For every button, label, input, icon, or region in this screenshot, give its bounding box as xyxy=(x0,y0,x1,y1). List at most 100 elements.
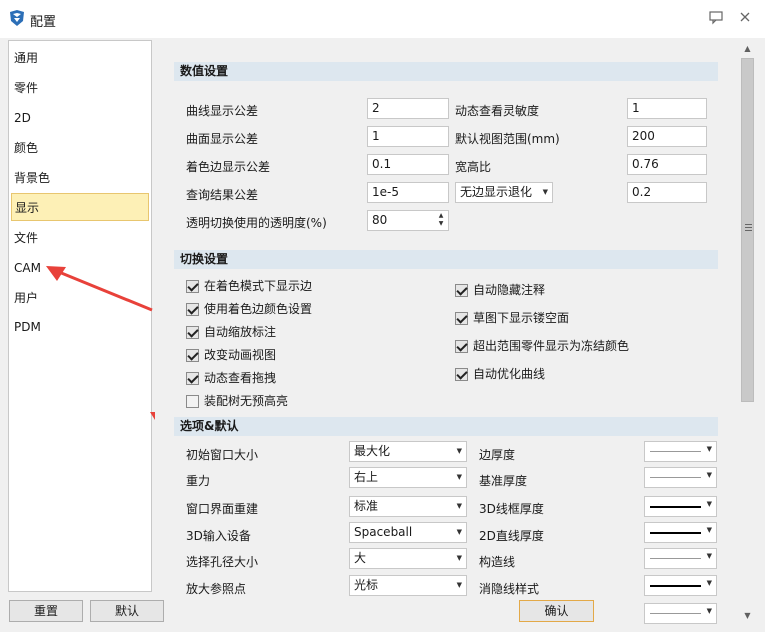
category-list: 通用 零件 2D 颜色 背景色 显示 文件 CAM 用户 PDM xyxy=(8,40,152,592)
checkbox-checked-icon xyxy=(186,303,199,316)
transparency-label: 透明切换使用的透明度(%) xyxy=(186,216,327,230)
chevron-down-icon: ▼ xyxy=(456,554,462,562)
close-icon[interactable] xyxy=(737,9,753,25)
checkbox-label: 动态查看拖拽 xyxy=(204,371,277,385)
select-aperture[interactable]: 大 ▼ xyxy=(349,548,467,569)
select-value: Spaceball xyxy=(354,525,413,539)
query-tol-label: 查询结果公差 xyxy=(186,188,259,202)
surface-tol-input[interactable]: 1 xyxy=(367,126,449,147)
checkbox-label: 在着色模式下显示边 xyxy=(204,279,313,293)
checkbox-label: 超出范围零件显示为冻结颜色 xyxy=(473,339,630,353)
line-thin-icon xyxy=(650,451,701,452)
select-window-rebuild[interactable]: 标准 ▼ xyxy=(349,496,467,517)
checkbox-label: 自动隐藏注释 xyxy=(473,283,546,297)
checkbox-unchecked-icon xyxy=(186,395,199,408)
default-view-label: 默认视图范围(mm) xyxy=(455,132,560,146)
line-style-select[interactable]: ▼ xyxy=(644,522,717,543)
scroll-down-icon[interactable]: ▼ xyxy=(739,607,756,624)
sidebar-item-pdm[interactable]: PDM xyxy=(11,313,149,341)
select-value: 大 xyxy=(354,551,367,565)
checkbox-label: 改变动画视图 xyxy=(204,348,277,362)
select-value: 光标 xyxy=(354,578,379,592)
reset-button[interactable]: 重置 xyxy=(9,600,83,622)
line-style-select[interactable]: ▼ xyxy=(644,441,717,462)
query-tol-input[interactable]: 1e-5 xyxy=(367,182,449,203)
line-style-select[interactable]: ▼ xyxy=(644,467,717,488)
edge-mode-input[interactable]: 0.2 xyxy=(627,182,707,203)
chevron-down-icon: ▼ xyxy=(706,445,712,453)
shade-edge-tol-input[interactable]: 0.1 xyxy=(367,154,449,175)
chevron-down-icon: ▼ xyxy=(456,502,462,510)
chevron-down-icon: ▼ xyxy=(706,471,712,479)
section-numeric-header: 数值设置 xyxy=(174,62,718,81)
title-bar: 配置 xyxy=(0,0,765,38)
scroll-thumb[interactable] xyxy=(741,58,754,402)
line-thick-icon xyxy=(650,532,701,534)
line-thick-icon xyxy=(650,506,701,508)
select-value: 标准 xyxy=(354,499,379,513)
checkbox-checked-icon xyxy=(455,284,468,297)
sidebar-item-general[interactable]: 通用 xyxy=(11,44,149,72)
dyn-sens-input[interactable]: 1 xyxy=(627,98,707,119)
select-value: 最大化 xyxy=(354,444,391,458)
checkbox-label: 使用着色边颜色设置 xyxy=(204,302,313,316)
chevron-down-icon: ▼ xyxy=(456,581,462,589)
option-label: 放大参照点 xyxy=(186,582,247,596)
checkbox-label: 装配树无预高亮 xyxy=(204,394,289,408)
chevron-down-icon: ▼ xyxy=(706,607,712,615)
sidebar-item-display[interactable]: 显示 xyxy=(11,193,149,221)
sidebar-item-file[interactable]: 文件 xyxy=(11,224,149,252)
select-value: 右上 xyxy=(354,470,379,484)
line-thin-icon xyxy=(650,558,701,559)
line-style-select[interactable]: ▼ xyxy=(644,575,717,596)
select-zoom-reference[interactable]: 光标 ▼ xyxy=(349,575,467,596)
select-input-device[interactable]: Spaceball ▼ xyxy=(349,522,467,543)
option-label: 2D直线厚度 xyxy=(479,529,544,543)
line-style-select[interactable]: ▼ xyxy=(644,496,717,517)
chevron-down-icon: ▼ xyxy=(456,528,462,536)
select-initial-window[interactable]: 最大化 ▼ xyxy=(349,441,467,462)
line-style-select[interactable]: ▼ xyxy=(644,548,717,569)
checkbox-checked-icon xyxy=(455,368,468,381)
option-label: 消隐线样式 xyxy=(479,582,540,596)
aspect-input[interactable]: 0.76 xyxy=(627,154,707,175)
window-title: 配置 xyxy=(30,15,57,30)
sidebar-item-2d[interactable]: 2D xyxy=(11,104,149,132)
checkbox-checked-icon xyxy=(455,312,468,325)
ok-button[interactable]: 确认 xyxy=(519,600,594,622)
line-style-select[interactable]: ▼ xyxy=(644,603,717,624)
vertical-scrollbar[interactable]: ▲ ▼ xyxy=(739,40,756,624)
section-options-header: 选项&默认 xyxy=(174,417,718,436)
default-view-input[interactable]: 200 xyxy=(627,126,707,147)
edge-mode-selected: 无边显示退化 xyxy=(460,185,533,199)
settings-panel: 数值设置 曲线显示公差 2 曲面显示公差 1 着色边显示公差 0.1 查询结果公… xyxy=(155,40,739,624)
surface-tol-label: 曲面显示公差 xyxy=(186,132,259,146)
chevron-down-icon: ▼ xyxy=(456,473,462,481)
aspect-label: 宽高比 xyxy=(455,160,492,174)
spin-arrows-icon[interactable]: ▲ ▼ xyxy=(436,211,446,230)
default-button[interactable]: 默认 xyxy=(90,600,164,622)
chevron-down-icon: ▼ xyxy=(706,526,712,534)
select-gravity[interactable]: 右上 ▼ xyxy=(349,467,467,488)
line-thin-icon xyxy=(650,477,701,478)
checkbox-checked-icon xyxy=(186,280,199,293)
chevron-down-icon: ▼ xyxy=(706,579,712,587)
sidebar-item-color[interactable]: 颜色 xyxy=(11,134,149,162)
option-label: 重力 xyxy=(186,474,211,488)
option-label: 基准厚度 xyxy=(479,474,528,488)
app-logo-icon xyxy=(10,10,24,26)
edge-mode-select[interactable]: 无边显示退化 ▼ xyxy=(455,182,553,203)
chevron-down-icon: ▼ xyxy=(456,447,462,455)
scroll-up-icon[interactable]: ▲ xyxy=(739,40,756,57)
chevron-down-icon: ▼ xyxy=(706,552,712,560)
dyn-sens-label: 动态查看灵敏度 xyxy=(455,104,540,118)
checkbox-label: 草图下显示镂空面 xyxy=(473,311,570,325)
sidebar-item-parts[interactable]: 零件 xyxy=(11,74,149,102)
option-label: 边厚度 xyxy=(479,448,516,462)
curve-tol-input[interactable]: 2 xyxy=(367,98,449,119)
line-thick-icon xyxy=(650,585,701,587)
sidebar-item-background[interactable]: 背景色 xyxy=(11,164,149,192)
section-toggle-header: 切换设置 xyxy=(174,250,718,269)
transparency-stepper[interactable]: 80 ▲ ▼ xyxy=(367,210,449,231)
help-bubble-icon[interactable] xyxy=(708,9,724,25)
